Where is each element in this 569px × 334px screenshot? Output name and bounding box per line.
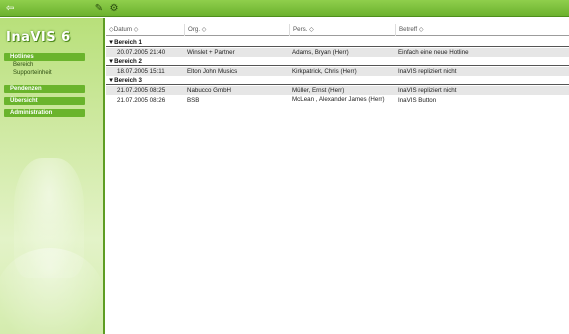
cell-betreff: InaVIS Button	[398, 97, 437, 104]
background-person-shoulders	[0, 248, 103, 334]
cell-datum: 20.07.2005 21:40	[117, 49, 166, 56]
app-logo: InaVIS 6	[6, 30, 71, 45]
sidebar-item-hotlines[interactable]: Hotlines	[4, 53, 85, 61]
table-row[interactable]: 18.07.2005 15:11 Elton John Musics Kirkp…	[106, 67, 569, 76]
group-header-bereich-3[interactable]: ▼Bereich 3	[106, 77, 569, 85]
cell-pers: Kirkpatrick, Chris (Herr)	[292, 68, 357, 75]
gear-icon[interactable]: ⚙	[107, 2, 121, 15]
table-row[interactable]: 21.07.2005 08:26 BSB McLean , Alexander …	[106, 96, 569, 114]
table-row[interactable]: 20.07.2005 21:40 Winslet + Partner Adams…	[106, 48, 569, 57]
column-header-org[interactable]: Org. ◇	[184, 24, 289, 36]
cell-betreff: Einfach eine neue Hotline	[398, 49, 469, 56]
hotline-list: ◇Datum ◇ Org. ◇ Pers. ◇ Betreff ◇ ▼Berei…	[106, 18, 569, 334]
cell-org: Nabucco GmbH	[187, 87, 232, 94]
cell-org: BSB	[187, 97, 200, 104]
sidebar-item-pendenzen[interactable]: Pendenzen	[4, 85, 85, 93]
pencil-icon[interactable]: ✎	[92, 2, 106, 15]
column-header-pers[interactable]: Pers. ◇	[289, 24, 395, 36]
back-arrow-icon[interactable]: ⇦	[6, 3, 20, 14]
cell-pers: Adams, Bryan (Herr)	[292, 49, 349, 56]
sidebar: InaVIS 6 Hotlines Bereich Supporteinheit…	[0, 18, 105, 334]
column-header-datum[interactable]: ◇Datum ◇	[106, 24, 184, 36]
sidebar-item-uebersicht[interactable]: Übersicht	[4, 97, 85, 105]
cell-pers: McLean , Alexander James (Herr)	[292, 96, 385, 103]
cell-datum: 21.07.2005 08:25	[117, 87, 166, 94]
group-header-bereich-2[interactable]: ▼Bereich 2	[106, 58, 569, 66]
sidebar-item-administration[interactable]: Administration	[4, 109, 85, 117]
cell-datum: 18.07.2005 15:11	[117, 68, 165, 75]
sidebar-subitem-bereich[interactable]: Bereich	[13, 61, 33, 69]
sidebar-subitem-supporteinheit[interactable]: Supporteinheit	[13, 69, 52, 77]
column-header-betreff[interactable]: Betreff ◇	[395, 24, 569, 36]
cell-datum: 21.07.2005 08:26	[117, 97, 166, 104]
cell-org: Winslet + Partner	[187, 49, 235, 56]
cell-betreff: InaVIS repliziert nicht	[398, 68, 457, 75]
cell-pers: Müller, Ernst (Herr)	[292, 87, 345, 94]
table-header: ◇Datum ◇ Org. ◇ Pers. ◇ Betreff ◇	[106, 24, 569, 36]
cell-org: Elton John Musics	[187, 68, 238, 75]
cell-betreff: InaVIS repliziert nicht	[398, 87, 457, 94]
top-toolbar: ⇦ ✎ ⚙	[0, 0, 569, 17]
group-header-bereich-1[interactable]: ▼Bereich 1	[106, 39, 569, 47]
table-row[interactable]: 21.07.2005 08:25 Nabucco GmbH Müller, Er…	[106, 86, 569, 95]
